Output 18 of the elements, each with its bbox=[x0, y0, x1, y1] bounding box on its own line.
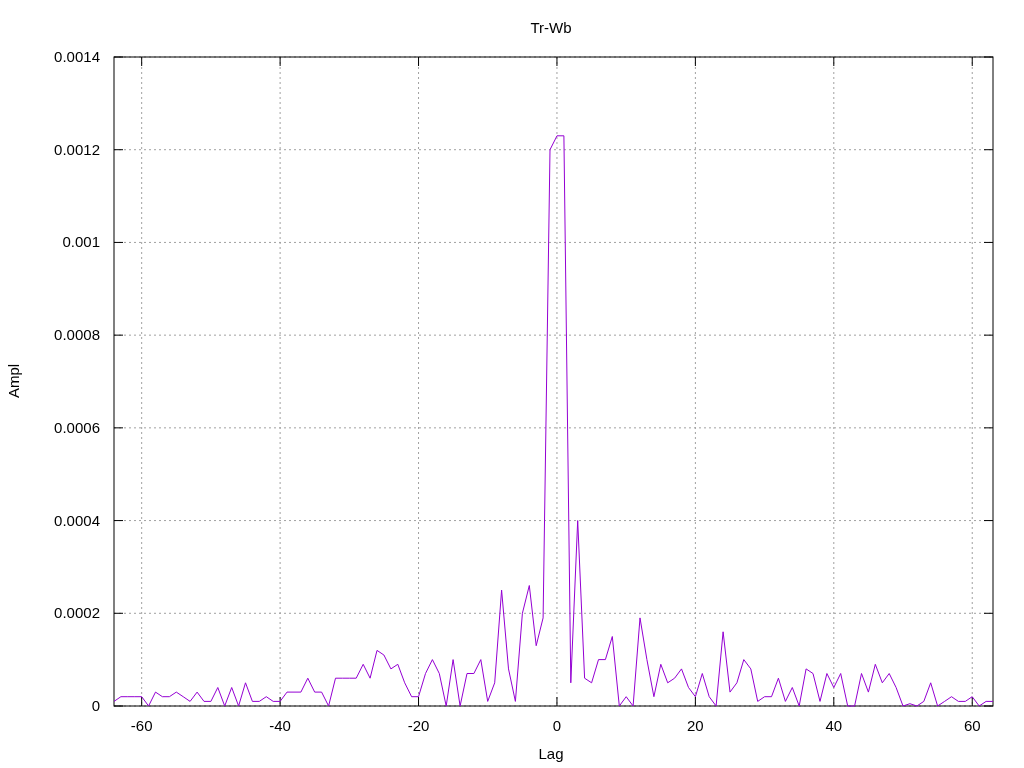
x-tick-label: 60 bbox=[963, 717, 981, 734]
y-axis-label: Ampl bbox=[5, 363, 22, 399]
y-tick-label: 0.0014 bbox=[54, 48, 100, 65]
x-tick-label: 0 bbox=[552, 717, 562, 734]
x-tick-label: -40 bbox=[269, 717, 291, 734]
y-tick-label: 0.001 bbox=[62, 233, 100, 251]
x-tick-label: -20 bbox=[407, 717, 430, 734]
x-tick-label: 40 bbox=[825, 717, 843, 734]
y-tick-label: 0.0002 bbox=[54, 604, 100, 622]
y-tick-label: 0.0008 bbox=[54, 326, 100, 344]
chart-title: Tr-Wb bbox=[530, 19, 572, 36]
y-tick-label: 0 bbox=[91, 697, 100, 714]
x-tick-label: -60 bbox=[130, 717, 153, 734]
y-tick-label: 0.0012 bbox=[54, 140, 100, 158]
x-tick-label: 20 bbox=[687, 717, 704, 734]
x-axis-label: Lag bbox=[538, 745, 564, 762]
y-tick-label: 0.0006 bbox=[54, 418, 100, 436]
y-tick-label: 0.0004 bbox=[54, 511, 100, 529]
